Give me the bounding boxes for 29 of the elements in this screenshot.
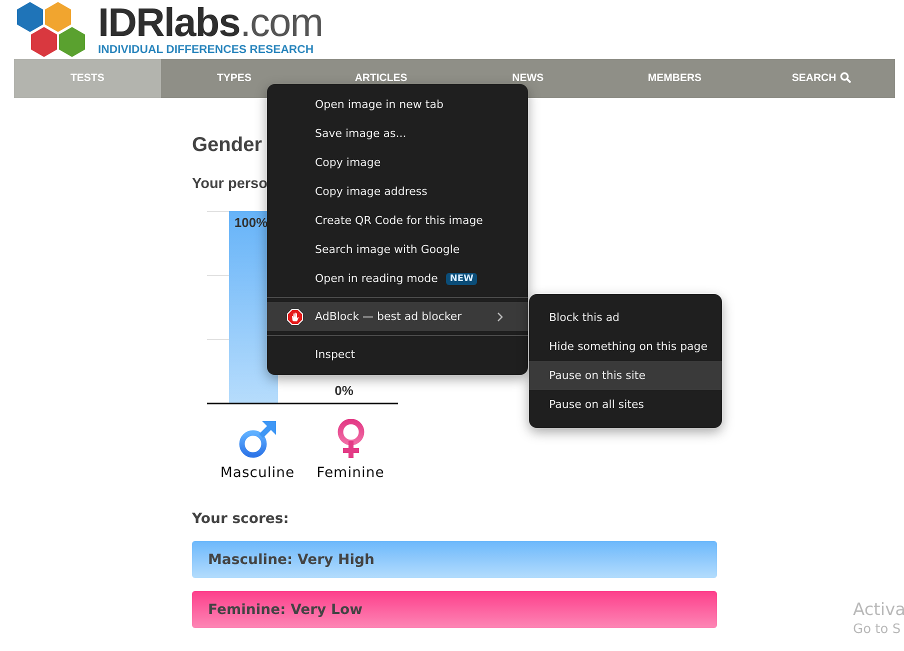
value-label: 100% xyxy=(234,215,268,230)
score-bar: Masculine: Very High xyxy=(192,541,717,578)
section-heading: Your scores: xyxy=(192,511,290,527)
menu-item[interactable]: Save image as... xyxy=(267,119,528,148)
logo-tagline: INDIVIDUAL DIFFERENCES RESEARCH xyxy=(98,44,315,56)
new-badge: NEW xyxy=(446,272,478,284)
logo-wordmark[interactable]: IDRlabs.com xyxy=(98,4,323,42)
activation-title: Activa xyxy=(853,600,904,620)
menu-item[interactable]: Search image with Google xyxy=(267,235,528,264)
menu-item[interactable]: Inspect xyxy=(267,340,528,369)
menu-item[interactable]: Block this ad xyxy=(529,303,722,332)
category-label: Feminine xyxy=(316,465,384,481)
search-icon xyxy=(840,72,852,83)
page-title: Gender xyxy=(192,134,262,157)
category-label: Masculine xyxy=(220,465,295,481)
menu-item[interactable]: Copy image xyxy=(267,148,528,177)
score-bar: Feminine: Very Low xyxy=(192,591,717,628)
section-heading: Your perso xyxy=(192,176,268,192)
menu-item[interactable]: Create QR Code for this image xyxy=(267,206,528,235)
menu-item[interactable]: Open in reading mode NEW xyxy=(267,264,528,293)
menu-item[interactable]: Pause on this site xyxy=(529,361,722,390)
menu-item[interactable]: AdBlock — best ad blocker xyxy=(267,302,528,331)
menu-item[interactable]: Copy image address xyxy=(267,177,528,206)
activation-hint: Go to S xyxy=(853,622,902,637)
menu-item[interactable]: Hide something on this page xyxy=(529,332,722,361)
male-symbol-icon xyxy=(238,419,278,459)
menu-item[interactable]: Pause on all sites xyxy=(529,390,722,419)
value-label: 0% xyxy=(334,383,354,398)
stop-hand-icon xyxy=(287,308,303,324)
